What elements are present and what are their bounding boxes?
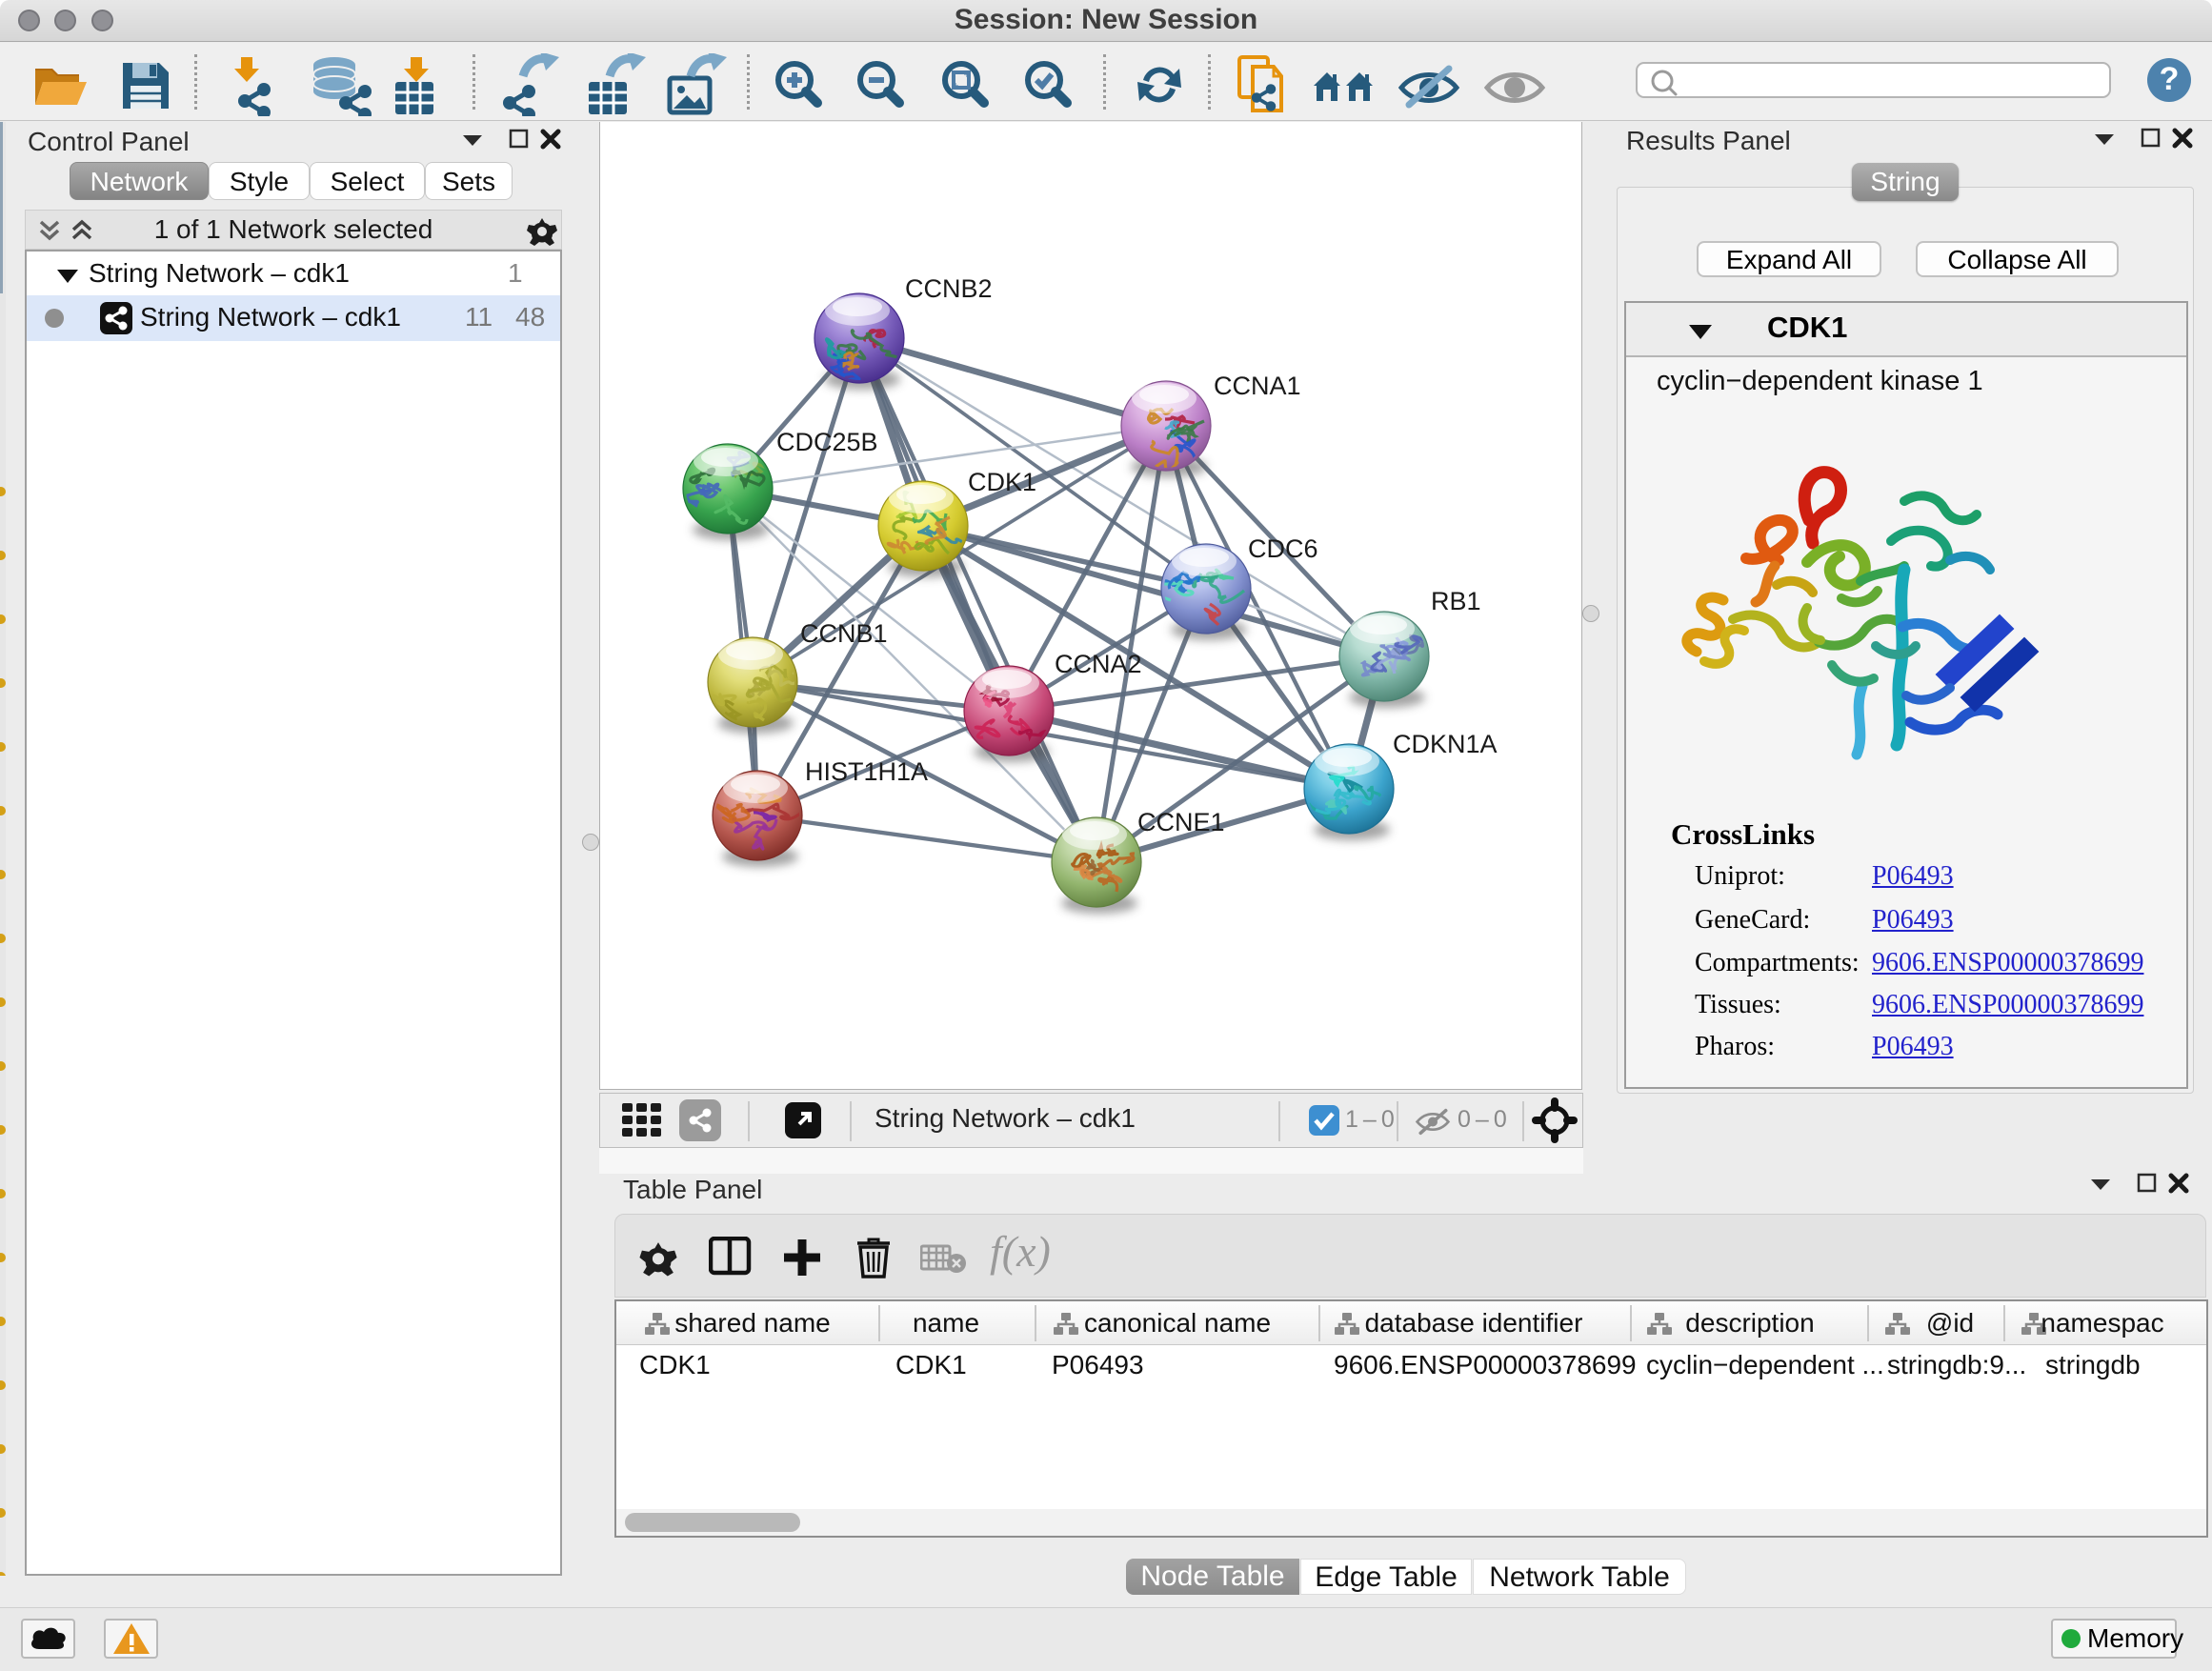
svg-text:CCNB1: CCNB1 (800, 619, 888, 648)
svg-text:CDKN1A: CDKN1A (1393, 730, 1498, 758)
svg-text:RB1: RB1 (1431, 587, 1481, 615)
svg-text:HIST1H1A: HIST1H1A (805, 757, 928, 786)
svg-text:CDK1: CDK1 (968, 468, 1036, 496)
svg-text:CDC6: CDC6 (1248, 534, 1318, 563)
svg-text:CCNA2: CCNA2 (1055, 650, 1142, 678)
svg-text:CCNA1: CCNA1 (1214, 372, 1301, 400)
svg-text:CCNE1: CCNE1 (1137, 808, 1225, 836)
svg-text:CDC25B: CDC25B (776, 428, 878, 456)
svg-text:CCNB2: CCNB2 (905, 274, 993, 303)
